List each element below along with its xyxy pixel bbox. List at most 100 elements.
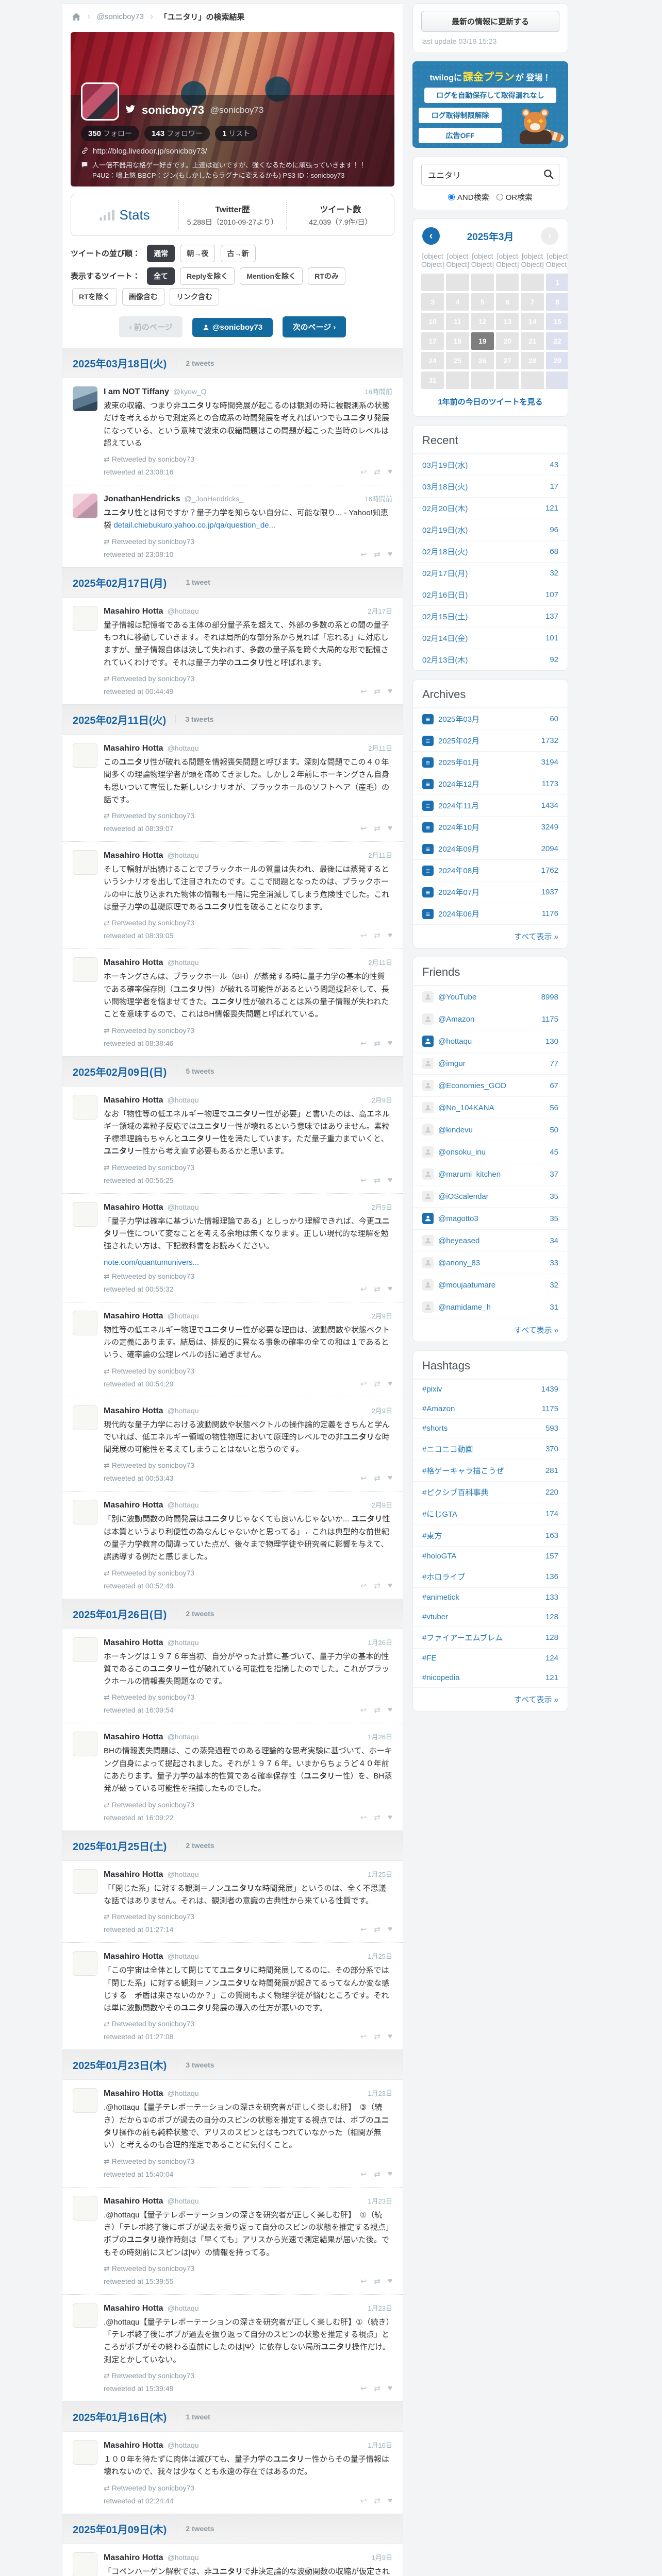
- hashtag-row[interactable]: #pixiv 1439: [413, 1379, 568, 1399]
- tweet-timestamp[interactable]: 2月11日: [368, 850, 392, 860]
- tweet-timestamp[interactable]: 1月25日: [368, 1869, 392, 1879]
- tweet-avatar[interactable]: [73, 494, 97, 519]
- sort-option-button[interactable]: 朝→夜: [180, 245, 216, 262]
- retweeted-at[interactable]: retweeted at 15:39:55: [104, 2277, 173, 2285]
- tweet-timestamp[interactable]: 1月23日: [368, 2088, 392, 2098]
- recent-row[interactable]: 03月19日(水) 43: [413, 454, 568, 476]
- retweet-icon[interactable]: ⇄: [374, 2032, 381, 2041]
- tweet-author-name[interactable]: Masahiro Hotta: [104, 1312, 163, 1321]
- retweet-icon[interactable]: ⇄: [374, 2170, 381, 2179]
- friend-row[interactable]: @YouTube 8998: [413, 986, 568, 1008]
- show-option-button[interactable]: RTのみ: [308, 267, 345, 285]
- tweet-avatar[interactable]: [73, 1310, 97, 1335]
- group-date[interactable]: 2025年02月11日(火): [73, 712, 166, 727]
- calendar-day-cell[interactable]: 17: [421, 332, 444, 350]
- hashtag-row[interactable]: #ファイアーエムブレム 128: [413, 1626, 568, 1648]
- retweet-icon[interactable]: ⇄: [374, 2384, 381, 2393]
- calendar-day-cell[interactable]: [446, 274, 469, 291]
- show-option-button[interactable]: Mentionを除く: [240, 267, 303, 285]
- tweet-avatar[interactable]: [73, 1500, 97, 1525]
- like-icon[interactable]: ♥: [388, 1813, 392, 1822]
- tweet-avatar[interactable]: [73, 1405, 97, 1430]
- tweet-author-name[interactable]: Masahiro Hotta: [104, 744, 163, 753]
- show-option-button[interactable]: Replyを除く: [180, 267, 235, 285]
- twilog-plan-ad-banner[interactable]: twilogに 課金プランが 登場！ ログを自動保存して取得漏れなし ログ取得制限…: [412, 61, 568, 148]
- tweet-author-handle[interactable]: @hottaqu: [168, 1638, 199, 1647]
- hashtag-row[interactable]: #Amazon 1175: [413, 1399, 568, 1418]
- like-icon[interactable]: ♥: [388, 824, 392, 833]
- retweet-icon[interactable]: ⇄: [374, 824, 381, 833]
- like-icon[interactable]: ♥: [388, 1705, 392, 1715]
- tweet-author-handle[interactable]: @hottaqu: [168, 744, 199, 752]
- calendar-day-cell[interactable]: 28: [521, 352, 544, 369]
- retweeted-at[interactable]: retweeted at 00:55:32: [104, 1285, 173, 1293]
- tweet-author-handle[interactable]: @hottaqu: [168, 958, 199, 967]
- like-icon[interactable]: ♥: [388, 687, 392, 696]
- tweet-author-handle[interactable]: @_JonHendricks_: [184, 495, 243, 503]
- archive-row[interactable]: ≡ 2024年06月 1176: [413, 903, 568, 924]
- retweet-icon[interactable]: ⇄: [374, 1473, 381, 1483]
- tweet-author-name[interactable]: JonathanHendricks: [104, 495, 180, 504]
- retweeted-at[interactable]: retweeted at 01:27:14: [104, 1925, 173, 1934]
- tweet-author-handle[interactable]: @hottaqu: [168, 2441, 199, 2449]
- retweet-icon[interactable]: ⇄: [374, 1705, 381, 1715]
- tweet-timestamp[interactable]: 1月23日: [368, 2196, 392, 2206]
- hashtag-row[interactable]: #格ゲーキャラ描こうぜ 281: [413, 1460, 568, 1481]
- friend-row[interactable]: @Economies_GOD 67: [413, 1074, 568, 1096]
- tweet-avatar[interactable]: [73, 1637, 97, 1662]
- like-icon[interactable]: ♥: [388, 2384, 392, 2393]
- tweet-avatar[interactable]: [73, 850, 97, 875]
- tweet-author-name[interactable]: Masahiro Hotta: [104, 1203, 163, 1212]
- retweet-icon[interactable]: ⇄: [374, 2496, 381, 2505]
- show-option-button[interactable]: 全て: [146, 267, 175, 285]
- reply-icon[interactable]: ↩: [360, 467, 367, 477]
- calendar-day-cell[interactable]: [496, 371, 519, 389]
- profile-name[interactable]: sonicboy73: [142, 104, 204, 117]
- or-search-radio[interactable]: OR検索: [496, 192, 533, 202]
- avatar[interactable]: [81, 82, 119, 121]
- tweet-avatar[interactable]: [73, 386, 97, 411]
- calendar-day-cell[interactable]: [521, 371, 544, 389]
- calendar-day-cell[interactable]: 1: [545, 274, 568, 291]
- reply-icon[interactable]: ↩: [360, 2277, 367, 2286]
- retweeted-at[interactable]: retweeted at 08:39:07: [104, 824, 173, 833]
- like-icon[interactable]: ♥: [388, 1039, 392, 1048]
- calendar-day-cell[interactable]: 11: [446, 313, 469, 330]
- calendar-day-cell[interactable]: 24: [421, 352, 444, 369]
- like-icon[interactable]: ♥: [388, 550, 392, 559]
- hashtag-row[interactable]: #shorts 593: [413, 1418, 568, 1438]
- reply-icon[interactable]: ↩: [360, 931, 367, 940]
- reply-icon[interactable]: ↩: [360, 687, 367, 696]
- hashtag-row[interactable]: #ニコニコ動画 370: [413, 1438, 568, 1460]
- tweet-author-name[interactable]: Masahiro Hotta: [104, 1952, 163, 1961]
- calendar-next-icon[interactable]: ›: [541, 227, 558, 245]
- tweet-author-handle[interactable]: @hottaqu: [168, 2089, 199, 2097]
- tweet-avatar[interactable]: [73, 2195, 97, 2221]
- calendar-day-cell[interactable]: 25: [446, 352, 469, 369]
- tweet-author-handle[interactable]: @hottaqu: [168, 1312, 199, 1320]
- tweet-author-name[interactable]: Masahiro Hotta: [104, 2441, 163, 2450]
- calendar-day-cell[interactable]: [471, 274, 494, 291]
- archive-row[interactable]: ≡ 2024年09月 2094: [413, 838, 568, 859]
- friend-row[interactable]: @iOScalendar 35: [413, 1185, 568, 1207]
- tweet-timestamp[interactable]: 16時間前: [365, 494, 392, 503]
- tweet-author-name[interactable]: Masahiro Hotta: [104, 2089, 163, 2098]
- tweet-timestamp[interactable]: 1月9日: [372, 2552, 392, 2562]
- tweet-author-handle[interactable]: @hottaqu: [168, 1203, 199, 1211]
- calendar-day-cell[interactable]: 26: [471, 352, 494, 369]
- reply-icon[interactable]: ↩: [360, 2170, 367, 2179]
- hashtag-row[interactable]: #animetick 133: [413, 1587, 568, 1607]
- archive-row[interactable]: ≡ 2025年03月 60: [413, 708, 568, 730]
- show-option-button[interactable]: リンク含む: [170, 288, 220, 306]
- tweet-avatar[interactable]: [73, 957, 97, 982]
- next-page-button[interactable]: 次のページ ›: [282, 316, 346, 337]
- retweet-icon[interactable]: ⇄: [374, 550, 381, 559]
- archive-row[interactable]: ≡ 2025年01月 3194: [413, 751, 568, 773]
- tweet-author-handle[interactable]: @hottaqu: [168, 1952, 199, 1960]
- retweeted-at[interactable]: retweeted at 08:39:05: [104, 931, 173, 940]
- friends-show-all-link[interactable]: すべて表示 »: [413, 1318, 568, 1342]
- tweet-block-link[interactable]: note.com/quantumunivers...: [104, 1258, 392, 1267]
- friend-row[interactable]: @anony_83 33: [413, 1251, 568, 1274]
- tweet-avatar[interactable]: [73, 2088, 97, 2113]
- retweeted-at[interactable]: retweeted at 23:08:16: [104, 468, 173, 476]
